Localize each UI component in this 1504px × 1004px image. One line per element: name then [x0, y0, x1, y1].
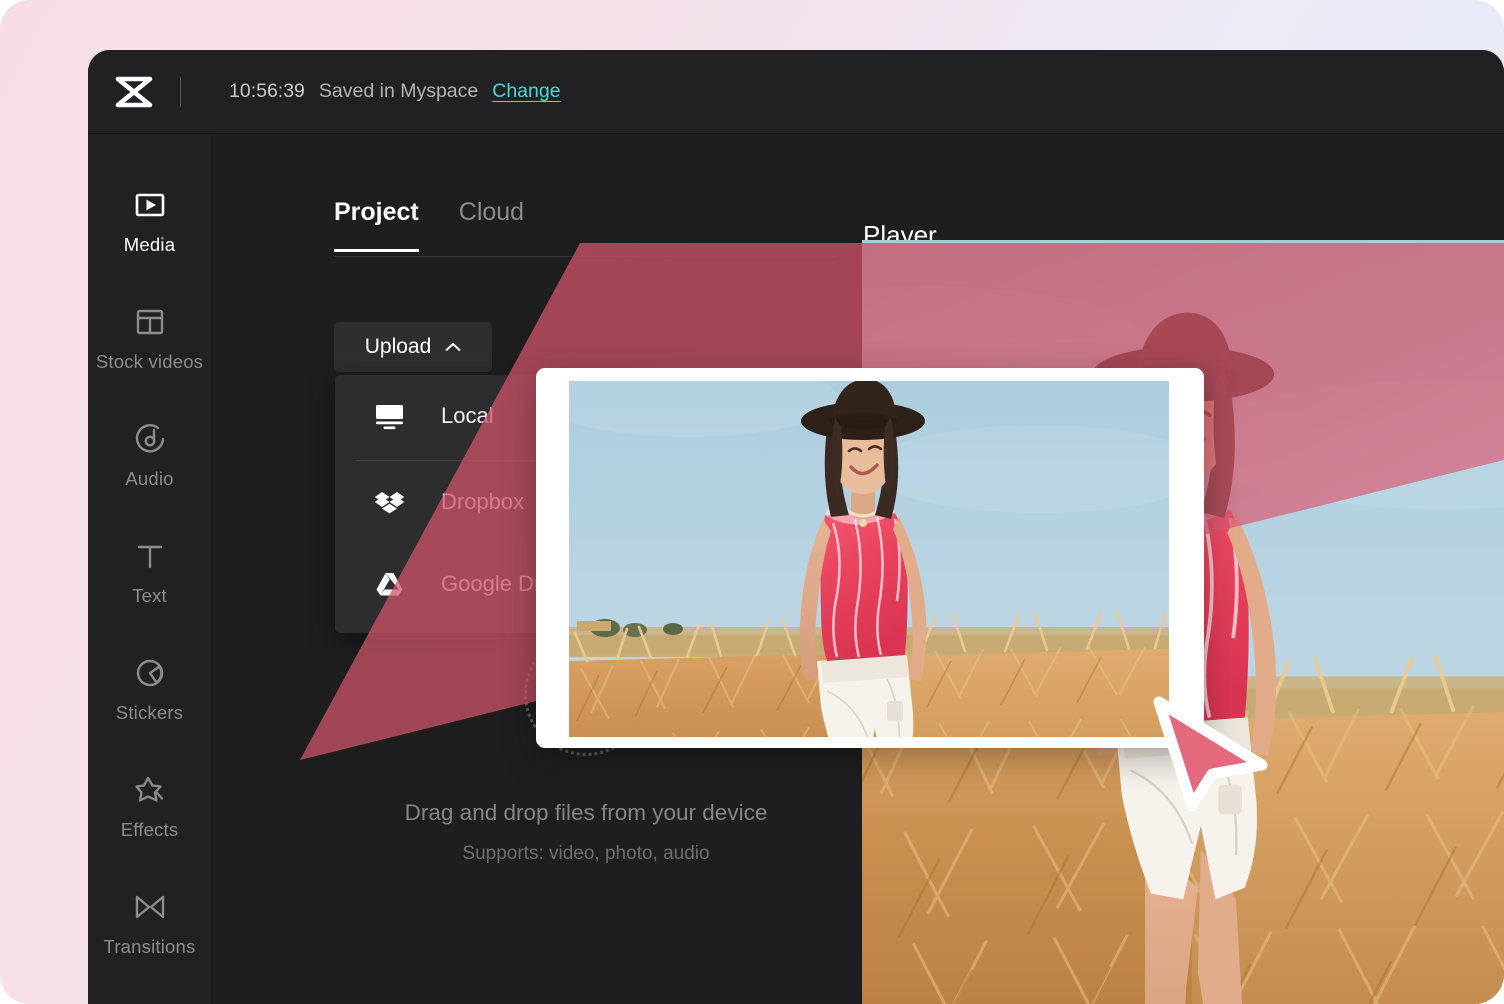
titlebar-divider — [180, 76, 181, 107]
sidebar-item-label: Media — [123, 233, 176, 255]
sidebar-item-audio[interactable]: Audio — [88, 397, 211, 514]
timestamp: 10:56:39 — [229, 80, 305, 102]
media-tabs: Project Cloud — [334, 198, 524, 252]
upload-button[interactable]: Upload — [334, 322, 492, 372]
change-location-link[interactable]: Change — [492, 80, 560, 103]
capcut-logo-icon[interactable] — [114, 75, 154, 109]
saved-status-text: Saved in Myspace — [318, 80, 479, 102]
dropbox-icon — [374, 491, 405, 513]
titlebar: 10:56:39 Saved in Myspace Change — [88, 50, 1504, 134]
tab-cloud[interactable]: Cloud — [459, 198, 524, 252]
text-icon — [137, 545, 162, 568]
sidebar-item-label: Audio — [125, 467, 174, 489]
stock-videos-icon — [136, 309, 163, 334]
upload-button-label: Upload — [364, 335, 432, 358]
left-sidebar: Media Stock videos Audio Text Stickers E… — [88, 135, 212, 1004]
menu-item-label: Local — [441, 403, 494, 428]
sidebar-item-text[interactable]: Text — [88, 514, 211, 631]
sidebar-item-label: Stickers — [115, 701, 184, 723]
sidebar-item-label: Stock videos — [95, 350, 204, 372]
sidebar-item-label: Effects — [120, 818, 179, 840]
sidebar-item-stickers[interactable]: Stickers — [88, 631, 211, 748]
dropzone-title: Drag and drop files from your device — [404, 799, 768, 825]
effects-icon — [134, 776, 163, 802]
sidebar-item-media[interactable]: Media — [88, 163, 211, 280]
page-backdrop: 10:56:39 Saved in Myspace Change Media S… — [0, 0, 1504, 1004]
stickers-icon — [136, 659, 163, 686]
sidebar-item-label: Text — [132, 584, 167, 606]
dragged-thumbnail-image — [549, 381, 1190, 737]
chevron-up-icon — [445, 343, 461, 351]
sidebar-item-stock-videos[interactable]: Stock videos — [88, 280, 211, 397]
menu-item-label: Dropbox — [441, 489, 525, 514]
sidebar-item-label: Transitions — [103, 935, 196, 957]
sidebar-item-transitions[interactable]: Transitions — [88, 865, 211, 982]
arrow-cursor-icon — [1153, 696, 1268, 812]
sidebar-item-effects[interactable]: Effects — [88, 748, 211, 865]
sidebar-item-filters[interactable]: Filters — [88, 982, 211, 1004]
dropzone-subtitle: Supports: video, photo, audio — [462, 842, 710, 864]
media-icon — [135, 193, 164, 216]
transitions-icon — [135, 895, 164, 918]
dragged-media-thumbnail[interactable] — [536, 368, 1204, 748]
thumbnail-photo — [569, 381, 1169, 737]
monitor-icon — [376, 404, 403, 429]
tabs-rule — [334, 256, 838, 257]
tab-project[interactable]: Project — [334, 198, 419, 252]
audio-icon — [135, 423, 164, 452]
titlebar-meta: 10:56:39 Saved in Myspace Change — [229, 80, 561, 103]
